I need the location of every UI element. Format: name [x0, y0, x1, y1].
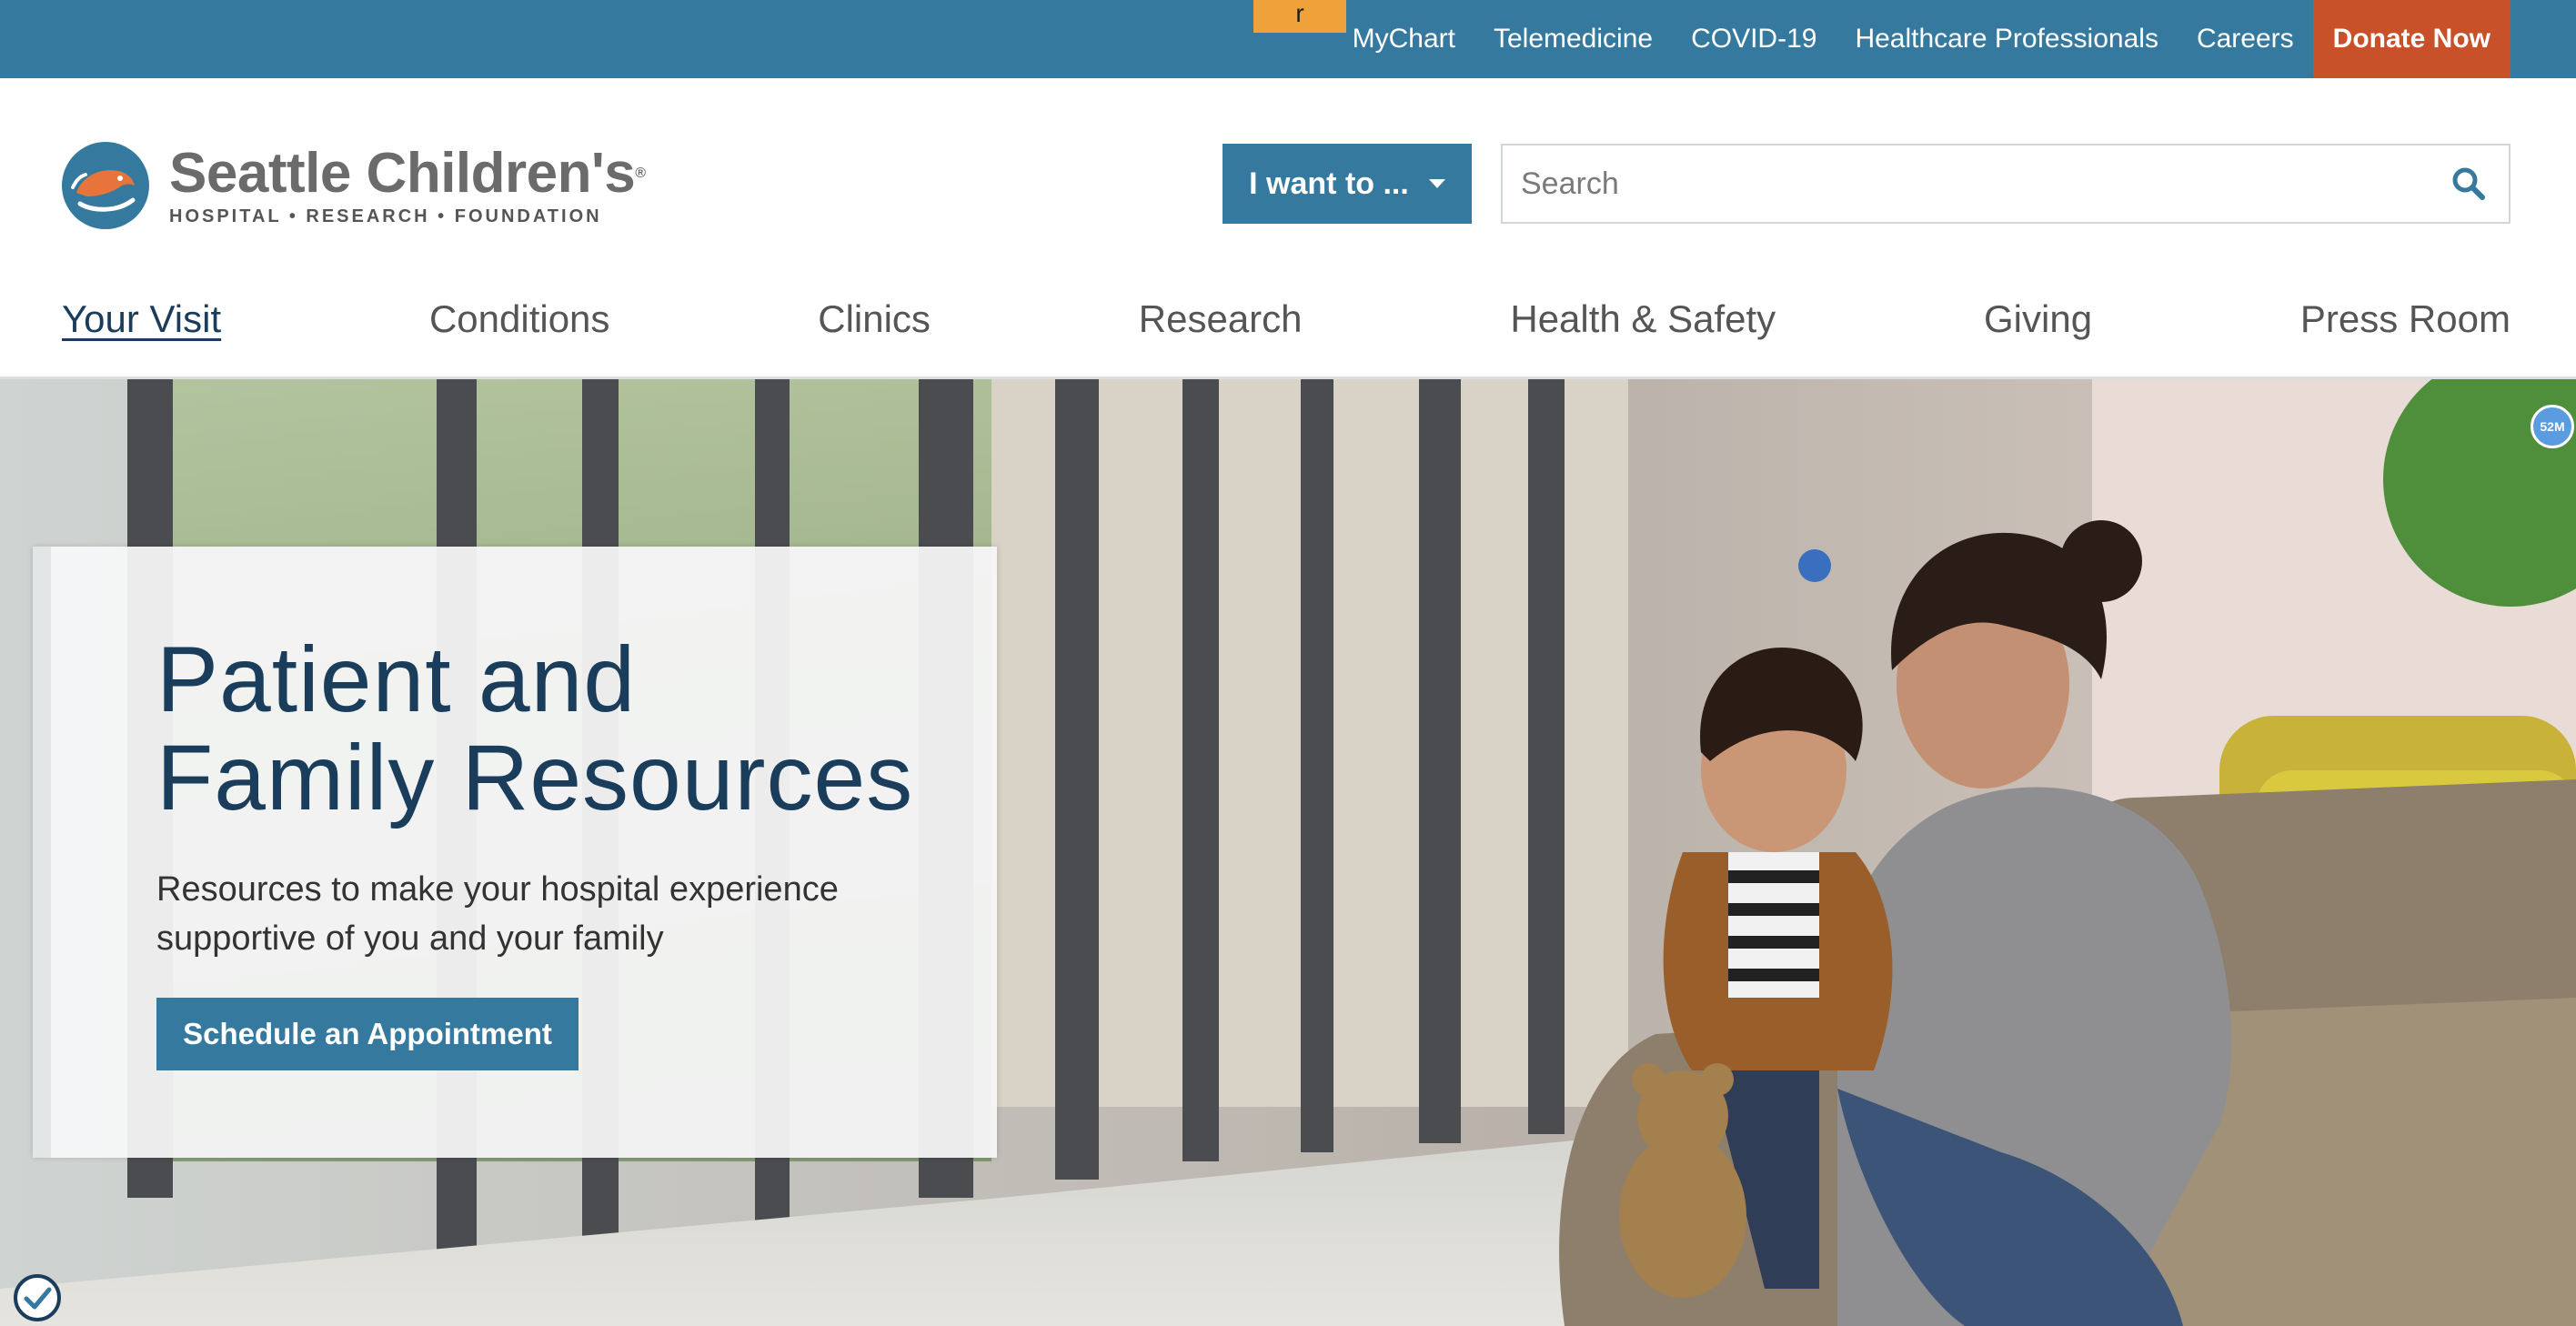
search-icon[interactable] [2450, 166, 2487, 202]
hero-card: Patient and Family Resources Resources t… [33, 547, 997, 1158]
whale-icon [62, 142, 149, 229]
i-want-to-dropdown[interactable]: I want to ... [1223, 144, 1472, 224]
utility-link-telemedicine[interactable]: Telemedicine [1474, 0, 1672, 78]
nav-item-press-room[interactable]: Press Room [2300, 297, 2511, 341]
search-input[interactable] [1503, 147, 2450, 220]
donate-now-button[interactable]: Donate Now [2312, 0, 2511, 78]
hero-title: Patient and Family Resources [156, 628, 914, 829]
logo-text: Seattle Children's® HOSPITAL • RESEARCH … [169, 141, 646, 227]
search-box [1501, 144, 2511, 224]
utility-bar: r MyChart Telemedicine COVID-19 Healthca… [0, 0, 2576, 78]
nav-item-giving[interactable]: Giving [1984, 297, 2092, 341]
hero-section: Patient and Family Resources Resources t… [0, 379, 2576, 1326]
logo-tagline: HOSPITAL • RESEARCH • FOUNDATION [169, 206, 602, 226]
site-header: Seattle Children's® HOSPITAL • RESEARCH … [0, 78, 2576, 378]
caret-down-icon [1428, 179, 1445, 188]
utility-links: MyChart Telemedicine COVID-19 Healthcare… [1333, 0, 2511, 78]
nav-item-research[interactable]: Research [1139, 297, 1303, 341]
registered-mark: ® [635, 165, 646, 181]
utility-link-healthcare-professionals[interactable]: Healthcare Professionals [1836, 0, 2178, 78]
nav-item-conditions[interactable]: Conditions [429, 297, 609, 341]
nav-item-health-safety[interactable]: Health & Safety [1510, 297, 1776, 341]
hero-subtitle: Resources to make your hospital experien… [156, 870, 839, 958]
extension-badge[interactable]: 52M [2531, 405, 2574, 448]
check-shield-icon[interactable] [13, 1273, 62, 1322]
logo-name: Seattle Children's® [169, 141, 646, 205]
utility-link-covid-19[interactable]: COVID-19 [1672, 0, 1836, 78]
nav-item-clinics[interactable]: Clinics [818, 297, 931, 341]
i-want-to-label: I want to ... [1249, 166, 1409, 201]
main-nav: Your Visit Conditions Clinics Research H… [62, 287, 2511, 351]
nav-item-your-visit[interactable]: Your Visit [62, 297, 221, 341]
utility-link-careers[interactable]: Careers [2178, 0, 2313, 78]
schedule-appointment-button[interactable]: Schedule an Appointment [156, 998, 579, 1070]
site-logo[interactable]: Seattle Children's® HOSPITAL • RESEARCH … [60, 138, 646, 233]
utility-link-mychart[interactable]: MyChart [1333, 0, 1474, 78]
